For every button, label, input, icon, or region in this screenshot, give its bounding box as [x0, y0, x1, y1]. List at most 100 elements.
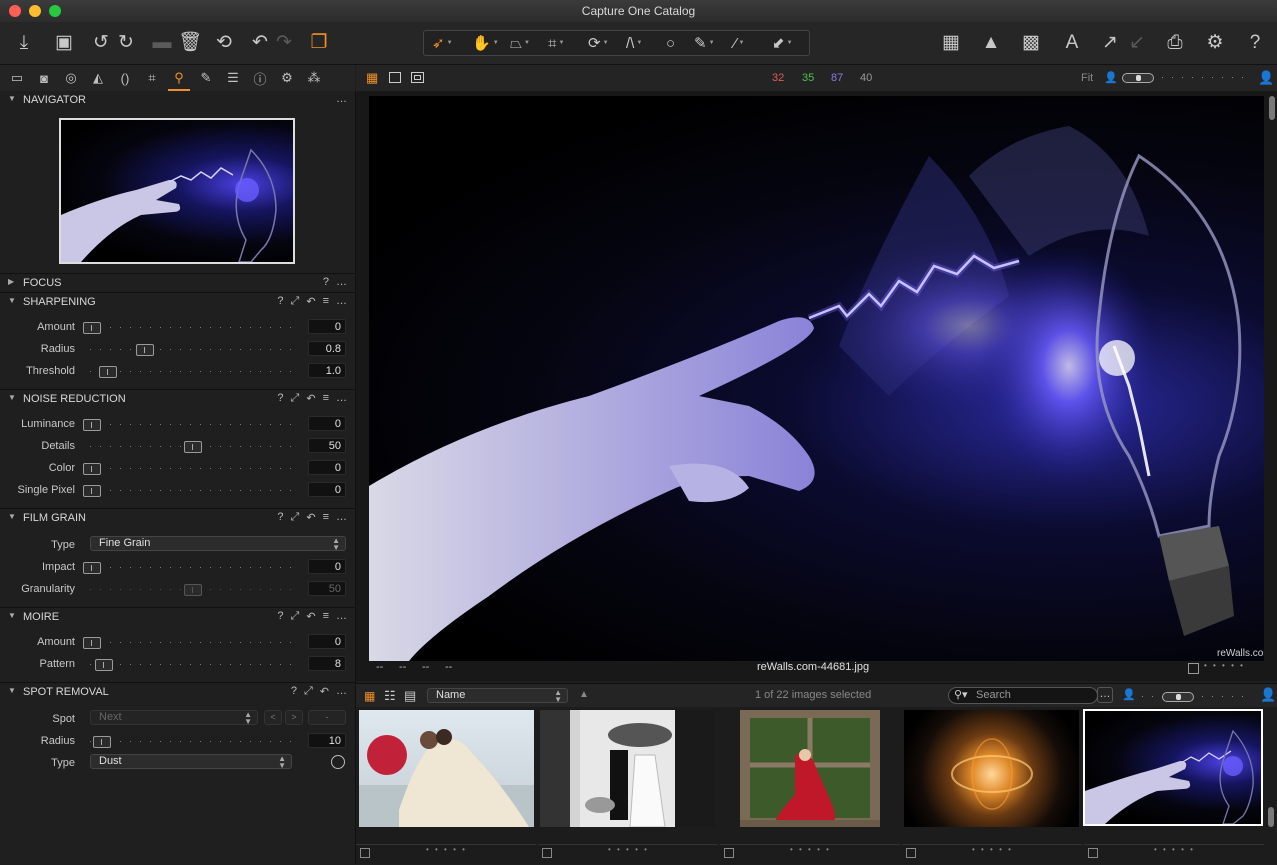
gear-icon[interactable]: ⚙ — [1203, 30, 1227, 54]
help-icon[interactable]: ? — [277, 295, 283, 308]
slider-knob[interactable] — [83, 322, 101, 334]
grid-icon[interactable]: ▩ — [1019, 30, 1043, 54]
reset-icon[interactable]: ↶ — [306, 392, 315, 405]
slider-value-field[interactable]: 1.0 — [308, 363, 346, 378]
thumbnail-red-dress-window[interactable] — [740, 710, 880, 827]
menu-icon[interactable]: … — [336, 295, 347, 308]
list-icon[interactable]: ≡ — [323, 511, 329, 524]
details-tab-icon[interactable]: ⚲ — [168, 69, 190, 91]
next-spot-button[interactable]: > — [285, 710, 303, 725]
capture-tab-icon[interactable]: ◙ — [35, 69, 53, 87]
moire-header[interactable]: ▼ MOIRE ? ⤢ ↶ ≡… — [0, 608, 355, 626]
slider-track[interactable] — [90, 664, 292, 665]
help-icon[interactable]: ? — [291, 685, 297, 698]
rating-dots[interactable]: • • • • • — [972, 845, 1013, 854]
slider-value-field[interactable]: 0 — [308, 482, 346, 497]
batch-tab-icon[interactable]: ⁂ — [305, 69, 323, 87]
main-image[interactable]: reWalls.com — [369, 96, 1264, 661]
expand-arrows-icon[interactable]: ⤢ — [291, 511, 300, 524]
picker-icon[interactable]: ⁄ ▼ — [734, 33, 744, 53]
undo-icon[interactable]: ↶ — [248, 30, 272, 54]
slider-track[interactable] — [90, 642, 292, 643]
zoom-window-button[interactable] — [49, 5, 61, 17]
menu-icon[interactable]: … — [336, 610, 347, 623]
proof-view-icon[interactable] — [411, 72, 424, 83]
thumb-size-knob[interactable] — [1162, 692, 1194, 702]
grid-view-icon[interactable]: ▦ — [364, 689, 375, 703]
menu-icon[interactable]: … — [336, 276, 347, 288]
select-checkbox[interactable] — [1188, 663, 1199, 674]
help-icon[interactable]: ? — [277, 610, 283, 623]
expand-arrows-icon[interactable]: ⤢ — [304, 685, 313, 698]
list-view-icon[interactable]: ☷ — [384, 688, 396, 704]
noise-reduction-header[interactable]: ▼ NOISE REDUCTION ? ⤢ ↶ ≡… — [0, 390, 355, 408]
thumbnail-lightbulb-selected[interactable] — [1083, 709, 1263, 826]
slider-knob[interactable] — [99, 366, 118, 378]
list-icon[interactable]: ≡ — [323, 295, 329, 308]
viewer-scrollbar[interactable] — [1269, 96, 1275, 120]
slider-value-field[interactable]: 0.8 — [308, 341, 346, 356]
menu-icon[interactable]: … — [336, 93, 347, 105]
thumb-size-track[interactable] — [1142, 696, 1252, 697]
variants-icon[interactable]: ❐ — [307, 30, 331, 54]
slider-knob[interactable] — [83, 637, 101, 649]
camera-icon[interactable]: ▣ — [52, 30, 76, 54]
thumbnail-wedding-umbrella[interactable] — [540, 710, 715, 827]
close-window-button[interactable] — [9, 5, 21, 17]
browser-scrollbar[interactable] — [1268, 807, 1274, 827]
reset-icon[interactable]: ↶ — [306, 295, 315, 308]
redo-icon[interactable]: ↷ — [272, 30, 296, 54]
menu-icon[interactable]: … — [336, 511, 347, 524]
multi-view-icon[interactable]: ▦ — [366, 71, 379, 84]
straighten-icon[interactable]: /\ ▼ — [626, 33, 642, 53]
sharpening-header[interactable]: ▼ SHARPENING ? ⤢ ↶ ≡… — [0, 293, 355, 311]
thumbnail-wedding-beach[interactable] — [359, 710, 534, 827]
rating-dots[interactable]: • • • • • — [1154, 845, 1195, 854]
slider-track[interactable] — [90, 349, 292, 350]
keystone-icon[interactable]: ⏢ ▼ — [510, 33, 530, 53]
navigator-preview[interactable] — [59, 118, 295, 264]
select-checkbox[interactable] — [724, 848, 734, 858]
slider-value-field[interactable]: 0 — [308, 559, 346, 574]
thumbnail-fire-orb[interactable] — [904, 710, 1079, 827]
rotate-right-icon[interactable]: ↻ — [114, 30, 138, 54]
sort-select[interactable]: Name ▲ ▼ — [427, 688, 568, 704]
color-editor-icon[interactable]: ▦ — [939, 30, 963, 54]
reset-icon[interactable]: ↶ — [306, 610, 315, 623]
focus-header[interactable]: ▶ FOCUS ?… — [0, 274, 355, 292]
rating-dots[interactable]: • • • • • — [608, 845, 649, 854]
print-icon[interactable]: ⎙ — [1163, 30, 1187, 54]
select-checkbox[interactable] — [542, 848, 552, 858]
select-checkbox[interactable] — [360, 848, 370, 858]
slider-knob[interactable] — [83, 562, 101, 574]
slider-knob[interactable] — [184, 584, 202, 596]
list-icon[interactable]: ≡ — [323, 610, 329, 623]
filmstrip-view-icon[interactable]: ▤ — [404, 688, 416, 704]
crop-icon[interactable]: ⌗ ▼ — [548, 33, 564, 53]
output-tab-icon[interactable]: ☰ — [224, 69, 242, 87]
select-checkbox[interactable] — [906, 848, 916, 858]
circle-mask-icon[interactable]: ○ — [666, 33, 675, 53]
slider-value-field[interactable]: 10 — [308, 733, 346, 748]
slider-knob[interactable] — [184, 441, 202, 453]
slider-value-field[interactable]: 0 — [308, 460, 346, 475]
help-icon[interactable]: ? — [277, 511, 283, 524]
reset-icon[interactable]: ↶ — [320, 685, 329, 698]
apply-brush-icon[interactable]: ⬋ ▼ — [772, 33, 793, 53]
slider-track[interactable] — [90, 567, 292, 568]
slider-value-field[interactable]: 0 — [308, 634, 346, 649]
metadata-tab-icon[interactable]: ⓘ — [251, 69, 269, 87]
text-overlay-icon[interactable]: A — [1060, 30, 1084, 54]
navigator-header[interactable]: ▼ NAVIGATOR … — [0, 91, 355, 109]
rotate-tool-icon[interactable]: ⟳ ▼ — [588, 33, 609, 53]
film-grain-header[interactable]: ▼ FILM GRAIN ? ⤢ ↶ ≡… — [0, 509, 355, 527]
move-to-folder-icon[interactable]: ▬ — [150, 30, 174, 54]
menu-icon[interactable]: … — [336, 685, 347, 698]
sort-direction-icon[interactable]: ▲ — [579, 689, 589, 700]
previous-spot-button[interactable]: < — [264, 710, 282, 725]
rating-dots[interactable]: • • • • • — [426, 845, 467, 854]
slider-knob[interactable] — [135, 344, 154, 356]
lens-tab-icon[interactable]: () — [116, 69, 134, 87]
pan-hand-icon[interactable]: ✋ ▼ — [472, 33, 499, 53]
spot-removal-header[interactable]: ▼ SPOT REMOVAL ? ⤢ ↶… — [0, 683, 355, 701]
